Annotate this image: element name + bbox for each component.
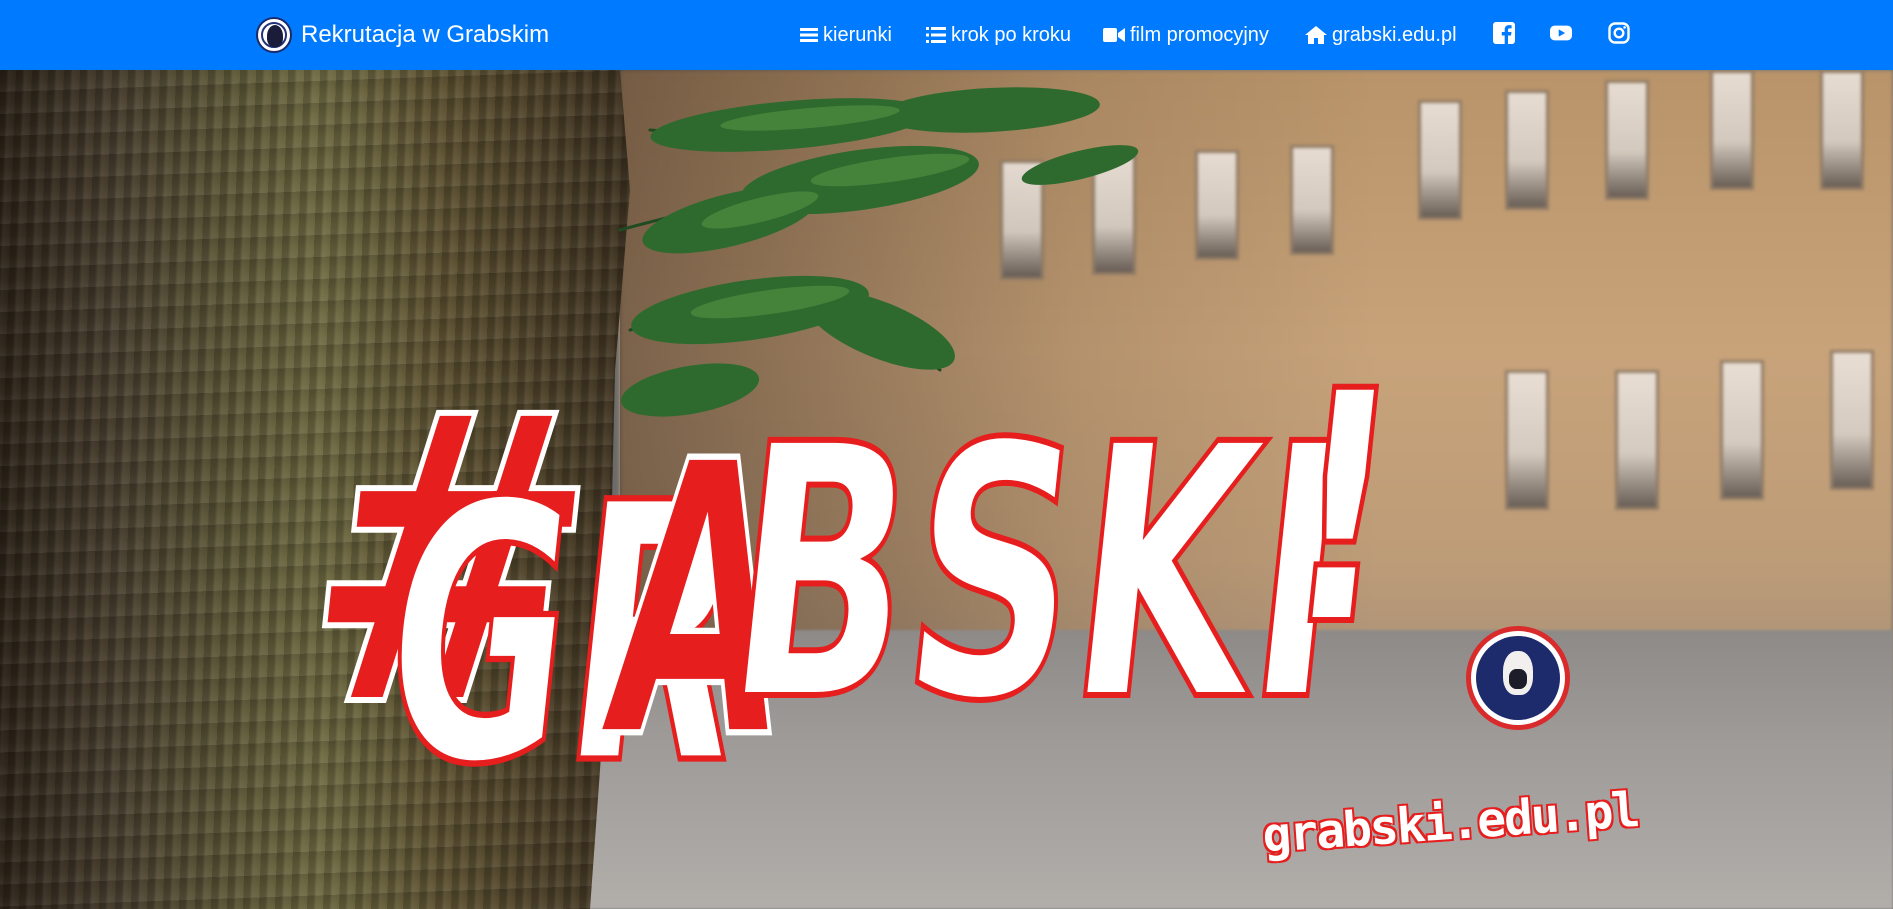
brand-link[interactable]: Rekrutacja w Grabskim bbox=[256, 15, 549, 55]
nav-item-kierunki[interactable]: kierunki bbox=[800, 22, 892, 48]
instagram-link[interactable] bbox=[1608, 22, 1632, 46]
nav-item-label: film promocyjny bbox=[1130, 23, 1269, 46]
facebook-link[interactable] bbox=[1493, 22, 1517, 46]
nav-item-film-promocyjny[interactable]: film promocyjny bbox=[1103, 22, 1269, 48]
nav-item-label: grabski.edu.pl bbox=[1332, 23, 1457, 46]
list-icon bbox=[926, 27, 946, 43]
video-icon bbox=[1103, 28, 1125, 42]
instagram-icon bbox=[1608, 22, 1630, 44]
nav-item-label: kierunki bbox=[823, 23, 892, 46]
youtube-icon bbox=[1550, 25, 1572, 41]
nav-item-grabski-edu-pl[interactable]: grabski.edu.pl bbox=[1305, 22, 1457, 48]
school-badge-icon bbox=[1466, 626, 1570, 730]
brand-title: Rekrutacja w Grabskim bbox=[301, 21, 550, 48]
school-logo-icon bbox=[256, 17, 292, 53]
top-navbar: Rekrutacja w Grabskim kierunki krok po k… bbox=[0, 0, 1893, 70]
bars-icon bbox=[800, 28, 818, 42]
facebook-icon bbox=[1493, 22, 1515, 44]
nav-item-krok-po-kroku[interactable]: krok po kroku bbox=[926, 22, 1071, 48]
home-icon bbox=[1305, 26, 1327, 44]
nav-item-label: krok po kroku bbox=[951, 23, 1072, 46]
youtube-link[interactable] bbox=[1550, 22, 1574, 46]
hero-word-part3: BSKI bbox=[713, 372, 1363, 779]
hero-banner: # GR A BSKI ! grabski.edu.pl bbox=[0, 70, 1893, 909]
